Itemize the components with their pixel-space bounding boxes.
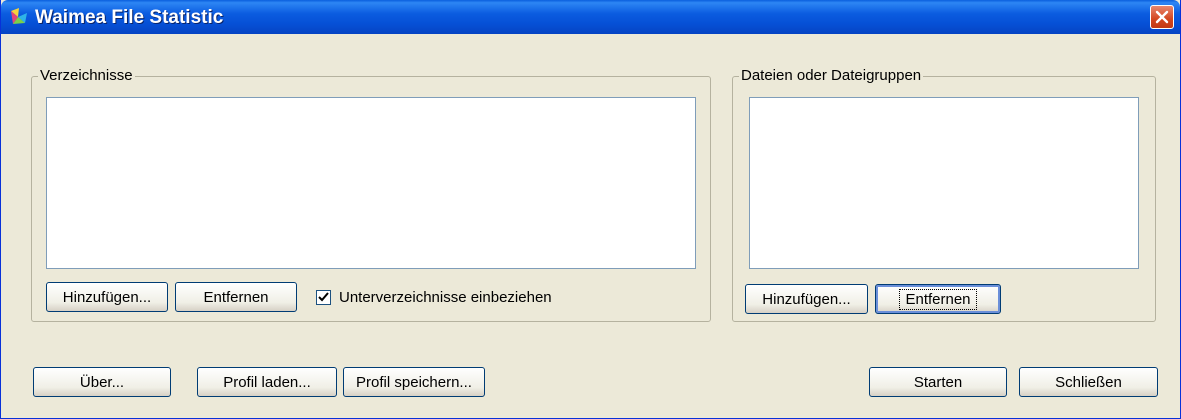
- directories-listbox[interactable]: [46, 97, 696, 269]
- dialog-window: Waimea File Statistic Verzeichnisse Hinz…: [0, 0, 1181, 419]
- remove-file-button[interactable]: Entfernen: [875, 284, 1001, 314]
- app-icon: [11, 8, 27, 24]
- window-title: Waimea File Statistic: [35, 7, 224, 28]
- include-subdirectories-checkbox[interactable]: Unterverzeichnisse einbeziehen: [316, 289, 552, 306]
- directories-group: Verzeichnisse Hinzufügen... Entfernen Un…: [31, 67, 711, 322]
- add-file-button[interactable]: Hinzufügen...: [745, 284, 868, 314]
- start-button[interactable]: Starten: [869, 367, 1007, 397]
- about-button[interactable]: Über...: [33, 367, 171, 397]
- remove-directory-button[interactable]: Entfernen: [175, 282, 297, 312]
- close-icon[interactable]: [1150, 5, 1174, 29]
- title-bar[interactable]: Waimea File Statistic: [1, 0, 1180, 34]
- include-subdirectories-label: Unterverzeichnisse einbeziehen: [339, 289, 552, 306]
- files-group: Dateien oder Dateigruppen Hinzufügen... …: [732, 67, 1156, 322]
- close-button[interactable]: Schließen: [1019, 367, 1158, 397]
- add-directory-button[interactable]: Hinzufügen...: [46, 282, 168, 312]
- load-profile-button[interactable]: Profil laden...: [197, 367, 337, 397]
- files-group-label: Dateien oder Dateigruppen: [739, 67, 924, 84]
- directories-group-label: Verzeichnisse: [38, 67, 135, 84]
- files-listbox[interactable]: [749, 97, 1139, 269]
- save-profile-button[interactable]: Profil speichern...: [343, 367, 485, 397]
- check-icon: [318, 292, 329, 302]
- checkbox-box[interactable]: [316, 290, 331, 305]
